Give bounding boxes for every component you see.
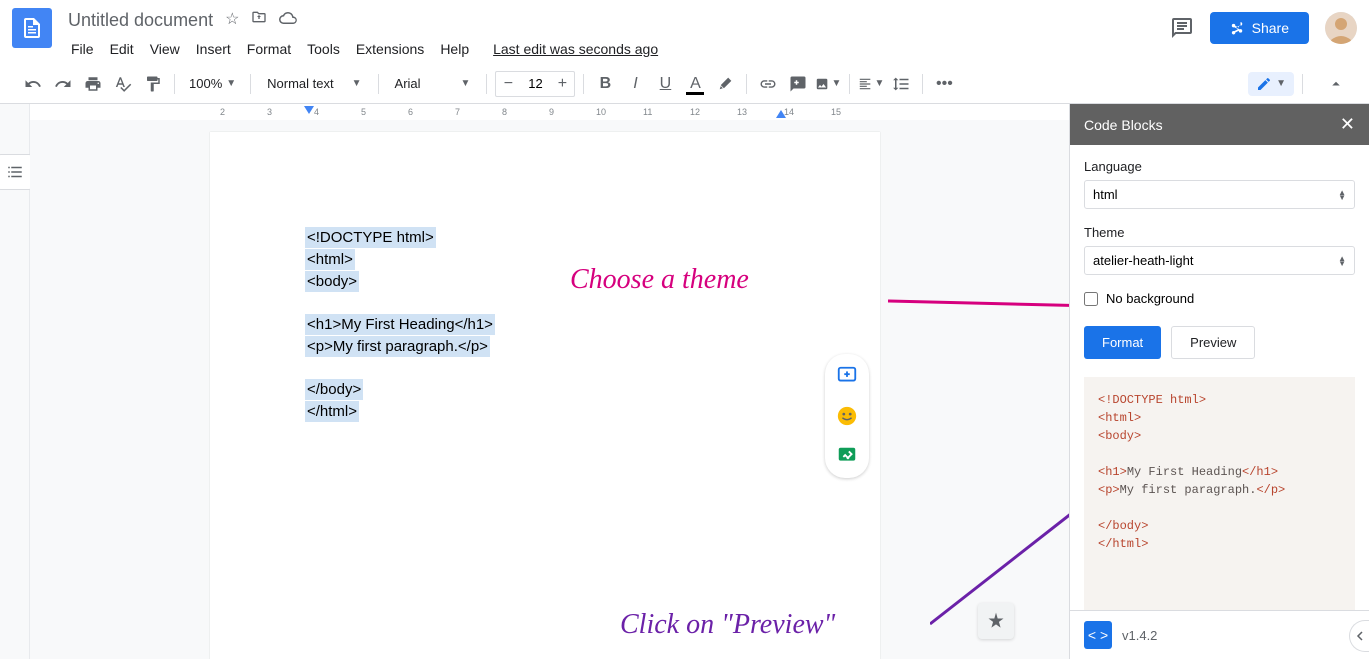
italic-button[interactable]: I — [622, 71, 648, 97]
undo-button[interactable] — [20, 71, 46, 97]
language-label: Language — [1084, 159, 1355, 174]
align-button[interactable]: ▼ — [858, 71, 884, 97]
hide-menus-button[interactable] — [1323, 71, 1349, 97]
annotation-theme: Choose a theme — [570, 264, 749, 296]
code-preview: <!DOCTYPE html> <html> <body> <h1>My Fir… — [1084, 377, 1355, 610]
share-label: Share — [1252, 20, 1289, 36]
font-size-stepper: − + — [495, 71, 575, 97]
spellcheck-button[interactable] — [110, 71, 136, 97]
menu-file[interactable]: File — [64, 37, 101, 61]
insert-image-button[interactable]: ▼ — [815, 71, 841, 97]
arrow-to-preview — [930, 404, 1069, 634]
redo-button[interactable] — [50, 71, 76, 97]
left-margin — [0, 104, 30, 659]
user-avatar[interactable] — [1325, 12, 1357, 44]
menu-insert[interactable]: Insert — [189, 37, 238, 61]
document-area: 23456789101112131415 <!DOCTYPE html> <ht… — [30, 104, 1069, 659]
side-actions — [825, 354, 869, 478]
menu-help[interactable]: Help — [433, 37, 476, 61]
sidebar-header: Code Blocks ✕ — [1070, 104, 1369, 145]
comment-history-icon[interactable] — [1170, 16, 1194, 40]
menu-edit[interactable]: Edit — [103, 37, 141, 61]
suggest-edits-icon[interactable] — [833, 442, 861, 470]
preview-button[interactable]: Preview — [1171, 326, 1255, 359]
docs-logo[interactable] — [12, 8, 52, 48]
star-icon[interactable]: ☆ — [225, 9, 239, 32]
left-indent-marker[interactable] — [304, 106, 314, 118]
ruler[interactable]: 23456789101112131415 — [30, 104, 1069, 120]
annotation-preview: Click on "Preview" — [620, 609, 835, 641]
language-select[interactable]: html ▲▼ — [1084, 180, 1355, 209]
add-comment-button[interactable] — [785, 71, 811, 97]
theme-label: Theme — [1084, 225, 1355, 240]
underline-button[interactable]: U — [652, 71, 678, 97]
text-color-button[interactable]: A — [682, 71, 708, 97]
font-size-increase[interactable]: + — [550, 72, 574, 96]
add-comment-icon[interactable] — [833, 362, 861, 390]
menubar: File Edit View Insert Format Tools Exten… — [64, 37, 1170, 61]
no-background-checkbox[interactable]: No background — [1084, 291, 1355, 306]
sidebar-footer: < > v1.4.2 — [1070, 610, 1369, 659]
no-background-input[interactable] — [1084, 292, 1098, 306]
line-spacing-button[interactable] — [888, 71, 914, 97]
document-page[interactable]: <!DOCTYPE html> <html> <body> <h1>My Fir… — [210, 132, 880, 659]
editing-mode-button[interactable]: ▼ — [1248, 72, 1294, 96]
last-edit-link[interactable]: Last edit was seconds ago — [486, 37, 665, 61]
cloud-status-icon[interactable] — [279, 9, 297, 32]
document-title[interactable]: Untitled document — [64, 8, 217, 33]
arrow-to-theme — [888, 286, 1069, 326]
sidebar: Code Blocks ✕ Language html ▲▼ Theme ate… — [1069, 104, 1369, 659]
outline-icon[interactable] — [0, 154, 33, 190]
font-select[interactable]: Arial▼ — [387, 76, 479, 91]
insert-link-button[interactable] — [755, 71, 781, 97]
menu-format[interactable]: Format — [240, 37, 298, 61]
font-size-decrease[interactable]: − — [496, 72, 520, 96]
bold-button[interactable]: B — [592, 71, 618, 97]
more-button[interactable]: ••• — [931, 71, 957, 97]
font-size-input[interactable] — [520, 76, 550, 91]
close-icon[interactable]: ✕ — [1340, 114, 1355, 135]
paint-format-button[interactable] — [140, 71, 166, 97]
menu-extensions[interactable]: Extensions — [349, 37, 431, 61]
print-button[interactable] — [80, 71, 106, 97]
add-emoji-icon[interactable] — [833, 402, 861, 430]
sidebar-title: Code Blocks — [1084, 117, 1163, 133]
menu-tools[interactable]: Tools — [300, 37, 347, 61]
version-text: v1.4.2 — [1122, 628, 1157, 643]
share-button[interactable]: Share — [1210, 12, 1309, 44]
format-button[interactable]: Format — [1084, 326, 1161, 359]
toolbar: 100%▼ Normal text▼ Arial▼ − + B I U A ▼ … — [0, 64, 1369, 104]
highlight-button[interactable] — [712, 71, 738, 97]
move-icon[interactable] — [251, 9, 267, 32]
code-blocks-icon[interactable]: < > — [1084, 621, 1112, 649]
menu-view[interactable]: View — [143, 37, 187, 61]
theme-select[interactable]: atelier-heath-light ▲▼ — [1084, 246, 1355, 275]
paragraph-style-select[interactable]: Normal text▼ — [259, 76, 369, 91]
header: Untitled document ☆ File Edit View Inser… — [0, 0, 1369, 64]
zoom-select[interactable]: 100%▼ — [183, 76, 242, 91]
